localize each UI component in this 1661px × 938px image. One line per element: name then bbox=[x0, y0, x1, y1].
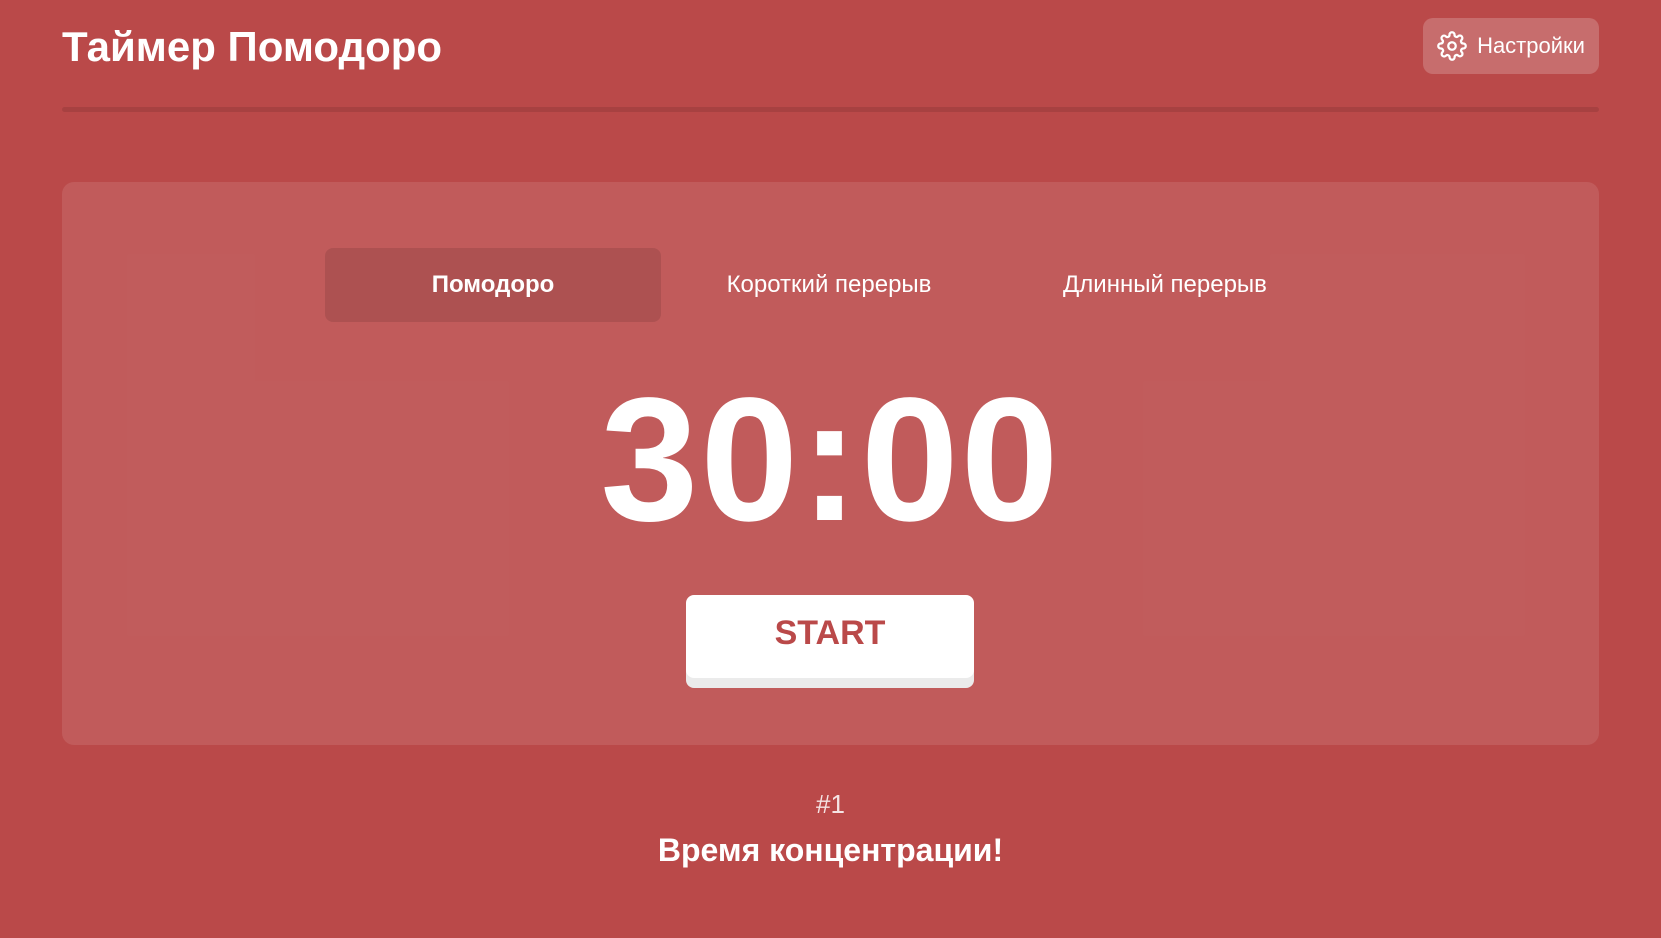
tab-long-break[interactable]: Длинный перерыв bbox=[997, 248, 1333, 322]
tab-short-break[interactable]: Короткий перерыв bbox=[661, 248, 997, 322]
header-divider bbox=[62, 107, 1599, 112]
start-button[interactable]: START bbox=[686, 595, 974, 678]
tab-pomodoro[interactable]: Помодоро bbox=[325, 248, 661, 322]
gear-icon bbox=[1437, 31, 1467, 61]
app-header: Таймер Помодоро Настройки bbox=[62, 0, 1599, 116]
mode-tabs: Помодоро Короткий перерыв Длинный переры… bbox=[62, 248, 1599, 322]
timer-card: Помодоро Короткий перерыв Длинный переры… bbox=[62, 182, 1599, 745]
app-title: Таймер Помодоро bbox=[62, 23, 443, 70]
settings-label: Настройки bbox=[1477, 33, 1585, 58]
timer-display: 30:00 bbox=[600, 362, 1061, 558]
session-count: #1 bbox=[816, 789, 845, 819]
settings-button[interactable]: Настройки bbox=[1423, 18, 1599, 74]
session-message: Время концентрации! bbox=[657, 832, 1004, 868]
